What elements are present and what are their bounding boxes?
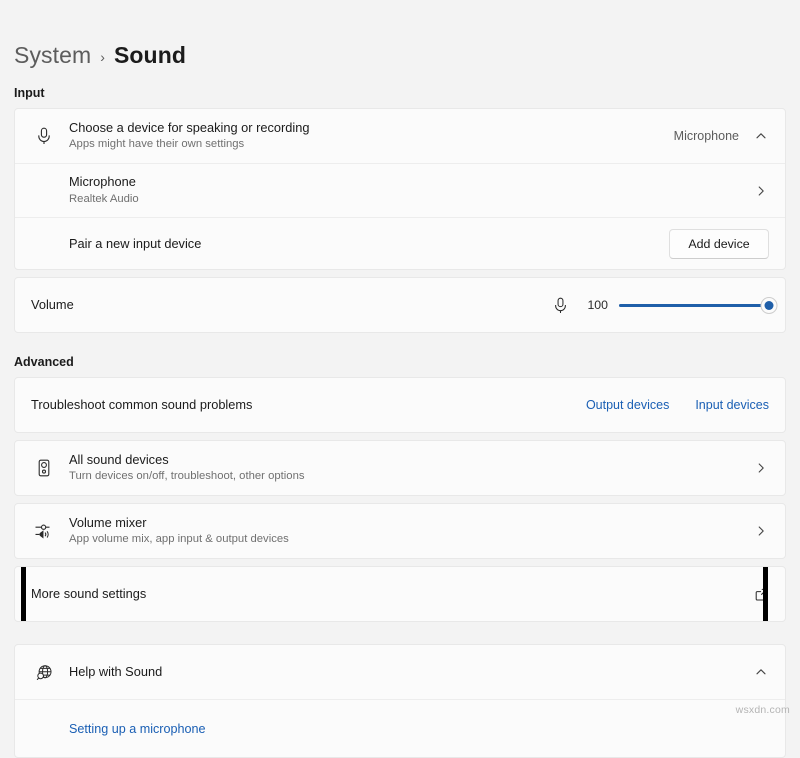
settings-page: System › Sound Input Choose a device for… (0, 0, 800, 758)
troubleshoot-card: Troubleshoot common sound problems Outpu… (14, 377, 786, 433)
troubleshoot-row: Troubleshoot common sound problems Outpu… (15, 378, 785, 432)
help-with-sound-row[interactable]: Help with Sound (15, 645, 785, 699)
troubleshoot-input-devices-link[interactable]: Input devices (695, 398, 769, 412)
troubleshoot-output-devices-link[interactable]: Output devices (586, 398, 669, 412)
volume-mixer-subtitle: App volume mix, app input & output devic… (69, 532, 753, 548)
page-title: Sound (114, 42, 186, 69)
choose-device-value: Microphone (674, 129, 739, 143)
volume-mixer-icon (31, 522, 57, 540)
more-sound-settings-card[interactable]: More sound settings (14, 566, 786, 622)
section-header-input: Input (14, 86, 786, 100)
volume-mixer-row[interactable]: Volume mixer App volume mix, app input &… (15, 504, 785, 558)
all-sound-devices-row[interactable]: All sound devices Turn devices on/off, t… (15, 441, 785, 495)
pair-new-input-device-row[interactable]: Pair a new input device Add device (15, 217, 785, 269)
microphone-device-title: Microphone (69, 173, 753, 190)
slider-thumb[interactable] (761, 297, 778, 314)
microphone-device-subtitle: Realtek Audio (69, 192, 753, 208)
microphone-device-row[interactable]: Microphone Realtek Audio (15, 163, 785, 217)
input-devices-card: Choose a device for speaking or recordin… (14, 108, 786, 270)
chevron-right-icon[interactable] (753, 462, 769, 474)
help-link-row[interactable]: Setting up a microphone (15, 699, 785, 757)
help-with-sound-title: Help with Sound (69, 663, 753, 680)
volume-row: Volume 100 (15, 278, 785, 332)
troubleshoot-title: Troubleshoot common sound problems (31, 396, 586, 413)
speaker-icon (31, 459, 57, 477)
chevron-up-icon[interactable] (753, 666, 769, 678)
more-sound-settings-title: More sound settings (31, 585, 753, 602)
section-header-advanced: Advanced (14, 355, 786, 369)
chevron-right-icon[interactable] (753, 525, 769, 537)
more-sound-settings-row[interactable]: More sound settings (15, 567, 785, 621)
setting-up-a-microphone-link[interactable]: Setting up a microphone (69, 722, 769, 736)
slider-fill (619, 304, 769, 307)
volume-value: 100 (584, 298, 608, 312)
add-device-button[interactable]: Add device (669, 229, 769, 259)
help-with-sound-card: Help with Sound Setting up a microphone (14, 644, 786, 758)
chevron-right-icon[interactable] (753, 185, 769, 197)
microphone-icon (547, 297, 573, 314)
chevron-up-icon[interactable] (753, 130, 769, 142)
choose-device-subtitle: Apps might have their own settings (69, 137, 674, 153)
all-sound-devices-subtitle: Turn devices on/off, troubleshoot, other… (69, 469, 753, 485)
choose-device-row[interactable]: Choose a device for speaking or recordin… (15, 109, 785, 163)
volume-mixer-card[interactable]: Volume mixer App volume mix, app input &… (14, 503, 786, 559)
volume-label: Volume (31, 296, 547, 313)
pair-device-title: Pair a new input device (69, 235, 669, 252)
all-sound-devices-title: All sound devices (69, 451, 753, 468)
watermark: wsxdn.com (736, 704, 790, 716)
volume-mixer-title: Volume mixer (69, 514, 753, 531)
globe-help-icon (31, 664, 57, 681)
choose-device-title: Choose a device for speaking or recordin… (69, 119, 674, 136)
breadcrumb: System › Sound (14, 0, 786, 70)
input-volume-card: Volume 100 (14, 277, 786, 333)
breadcrumb-separator-icon: › (100, 46, 105, 65)
volume-slider[interactable] (619, 296, 769, 314)
breadcrumb-parent-system[interactable]: System (14, 42, 91, 69)
external-link-icon[interactable] (753, 588, 769, 601)
microphone-icon (31, 127, 57, 145)
all-sound-devices-card[interactable]: All sound devices Turn devices on/off, t… (14, 440, 786, 496)
